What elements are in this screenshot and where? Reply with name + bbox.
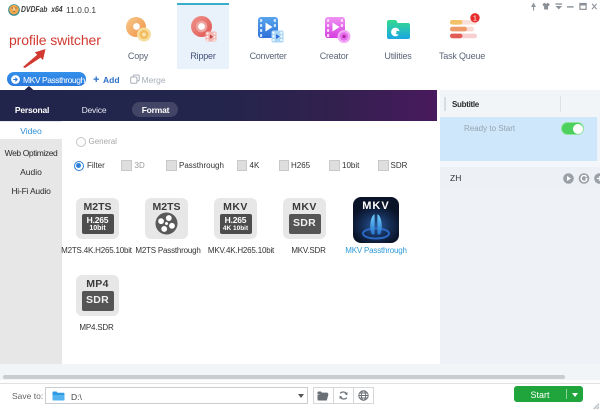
svg-text:1: 1 — [473, 13, 477, 22]
